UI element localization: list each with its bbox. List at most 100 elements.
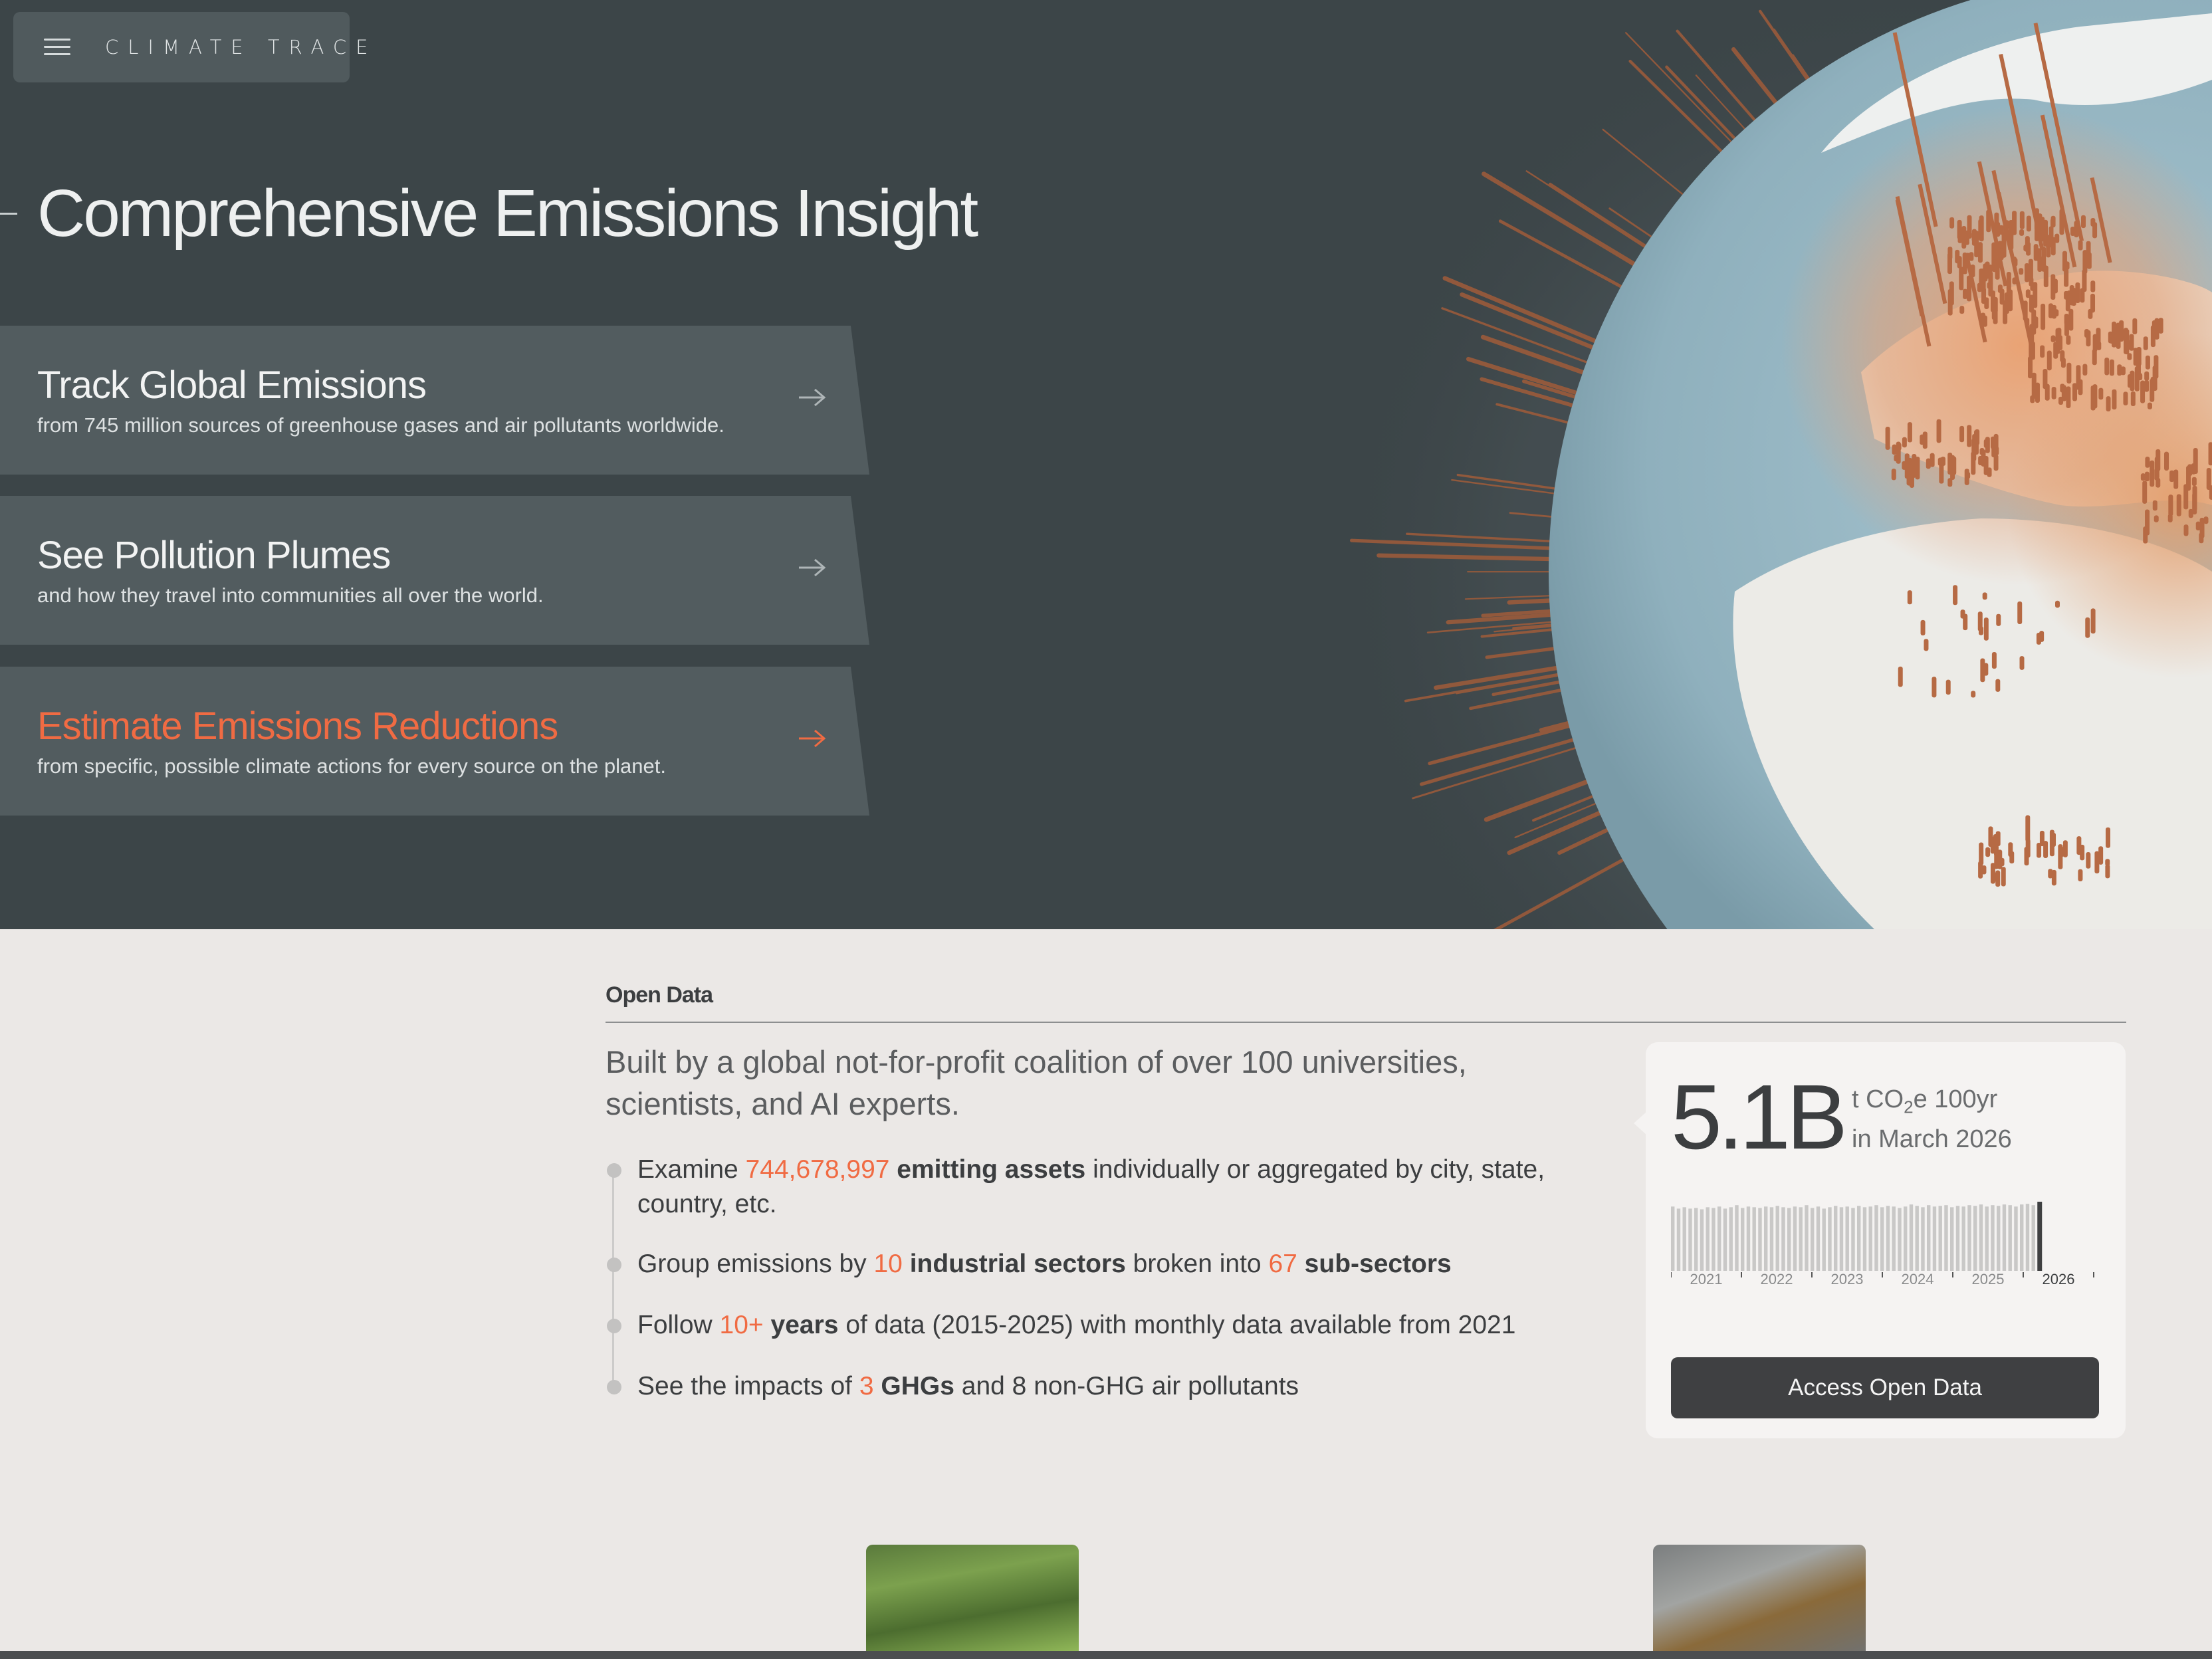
emission-pillar — [2066, 335, 2071, 345]
access-open-data-button[interactable]: Access Open Data — [1671, 1357, 2099, 1418]
emission-pillar — [2126, 340, 2131, 350]
emission-pillar — [2078, 869, 2083, 881]
chart-bar — [1758, 1208, 1762, 1271]
emission-pillar — [2028, 259, 2033, 281]
monthly-emissions-chart[interactable]: 2021 2022 2023 2024 2025 2026 — [1671, 1199, 2100, 1285]
emission-pillar — [2176, 494, 2181, 516]
card-estimate-emissions-reductions[interactable]: Estimate Emissions Reductions from speci… — [0, 667, 869, 816]
emission-pillar — [2144, 471, 2150, 482]
emission-pillar — [2090, 217, 2096, 227]
bullet-dot — [607, 1380, 621, 1394]
emission-pillar — [2041, 303, 2046, 330]
chart-bar — [1700, 1209, 1704, 1271]
emission-pillar — [2147, 402, 2152, 409]
emission-pillar — [2025, 289, 2031, 298]
chart-bar — [1892, 1206, 1896, 1271]
emission-pillar — [1983, 617, 1989, 641]
stat-value: 5.1B — [1671, 1066, 1848, 1168]
stat-card-pointer — [1634, 1111, 1647, 1135]
emission-pillar — [1947, 247, 1953, 260]
emission-pillar — [2116, 322, 2121, 349]
chart-bar — [1787, 1208, 1791, 1271]
stat-period: in March 2026 — [1852, 1125, 2012, 1153]
chart-bar — [1950, 1207, 1954, 1271]
emission-pillar — [2086, 852, 2091, 869]
chart-bar — [1828, 1207, 1832, 1271]
chart-bar — [1746, 1206, 1751, 1271]
emission-pillar — [2183, 524, 2189, 536]
chart-tick-label: 2026 — [2043, 1271, 2075, 1285]
chart-bar — [2025, 1204, 2030, 1271]
emission-pillar — [2112, 321, 2117, 348]
emission-pillar — [2123, 391, 2128, 405]
emission-pillar — [1987, 282, 1992, 289]
hero-title: Comprehensive Emissions Insight — [37, 176, 978, 251]
chart-bar — [1839, 1207, 1844, 1271]
chart-bar — [1723, 1208, 1727, 1271]
emission-pillar — [1971, 229, 1977, 246]
emission-pillar — [2068, 308, 2074, 331]
emission-pillar — [2049, 830, 2054, 857]
emission-pillar — [2208, 442, 2212, 466]
emission-pillar — [1993, 834, 1998, 851]
chart-bar — [1874, 1205, 1878, 1271]
brand-logo-text[interactable]: CLIMATE TRACE — [105, 36, 377, 58]
chart-tick-label: 2025 — [1972, 1271, 2005, 1285]
emission-pillar — [2169, 470, 2175, 483]
emission-pillar — [2140, 473, 2146, 481]
emission-pillar — [1947, 478, 1953, 487]
chart-bar — [1845, 1206, 1849, 1271]
emission-pillar — [1984, 297, 1989, 310]
emission-pillar — [2193, 447, 2198, 475]
chart-bar — [1927, 1205, 1931, 1271]
emission-pillar — [1967, 425, 1972, 447]
emission-pillar — [1891, 469, 1896, 481]
emission-pillar — [2056, 328, 2062, 345]
emission-pillar — [1932, 677, 1937, 698]
landscape-photo[interactable] — [866, 1545, 1079, 1659]
emission-pillar — [2209, 485, 2212, 500]
emission-pillar — [1991, 437, 1997, 458]
card-track-global-emissions[interactable]: Track Global Emissions from 745 million … — [0, 326, 869, 475]
emission-pillar — [1957, 219, 1962, 239]
emission-pillar — [2092, 384, 2098, 409]
section-label-open-data: Open Data — [606, 982, 713, 1008]
divider — [606, 1022, 2126, 1023]
emission-spike — [1507, 598, 1552, 605]
emission-pillar — [2188, 508, 2193, 518]
card-see-pollution-plumes[interactable]: See Pollution Plumes and how they travel… — [0, 496, 869, 645]
hamburger-icon[interactable] — [44, 37, 70, 57]
open-data-lead: Built by a global not-for-profit coaliti… — [606, 1044, 1467, 1121]
emission-pillar — [1924, 639, 1929, 651]
list-item: Group emissions by 10 industrial sectors… — [607, 1247, 1568, 1281]
emission-pillar — [2150, 460, 2155, 487]
emission-pillar — [1981, 449, 1986, 467]
emission-pillar — [2046, 350, 2052, 371]
emission-pillar — [1959, 425, 1965, 443]
emission-pillar — [1947, 453, 1953, 475]
chart-bar — [1985, 1206, 1989, 1271]
emission-pillar — [2105, 827, 2110, 848]
emission-pillar — [2070, 227, 2076, 237]
chart-bar — [1822, 1208, 1826, 1271]
stat-unit: t CO2e 100yr in March 2026 — [1852, 1085, 2012, 1153]
emission-pillar — [2060, 350, 2065, 362]
chart-bar — [1676, 1208, 1681, 1271]
chart-bar — [2037, 1202, 2043, 1271]
emission-pillar — [2076, 365, 2081, 390]
chart-bar — [1682, 1207, 1686, 1271]
emission-pillar — [2019, 229, 2025, 236]
emission-pillar — [2080, 844, 2085, 861]
chart-bar — [1764, 1206, 1768, 1271]
emission-pillar — [2017, 601, 2023, 625]
emission-pillar — [2035, 382, 2040, 403]
highway-photo[interactable] — [1653, 1545, 1866, 1659]
emission-pillar — [2033, 244, 2039, 261]
emission-pillar — [2050, 218, 2055, 228]
emission-pillar — [2078, 240, 2083, 251]
emission-pillar — [2030, 395, 2035, 403]
emission-pillar — [2050, 274, 2056, 300]
emission-pillar — [2098, 387, 2104, 400]
emission-pillar — [2019, 211, 2025, 229]
emission-pillar — [1907, 590, 1912, 605]
